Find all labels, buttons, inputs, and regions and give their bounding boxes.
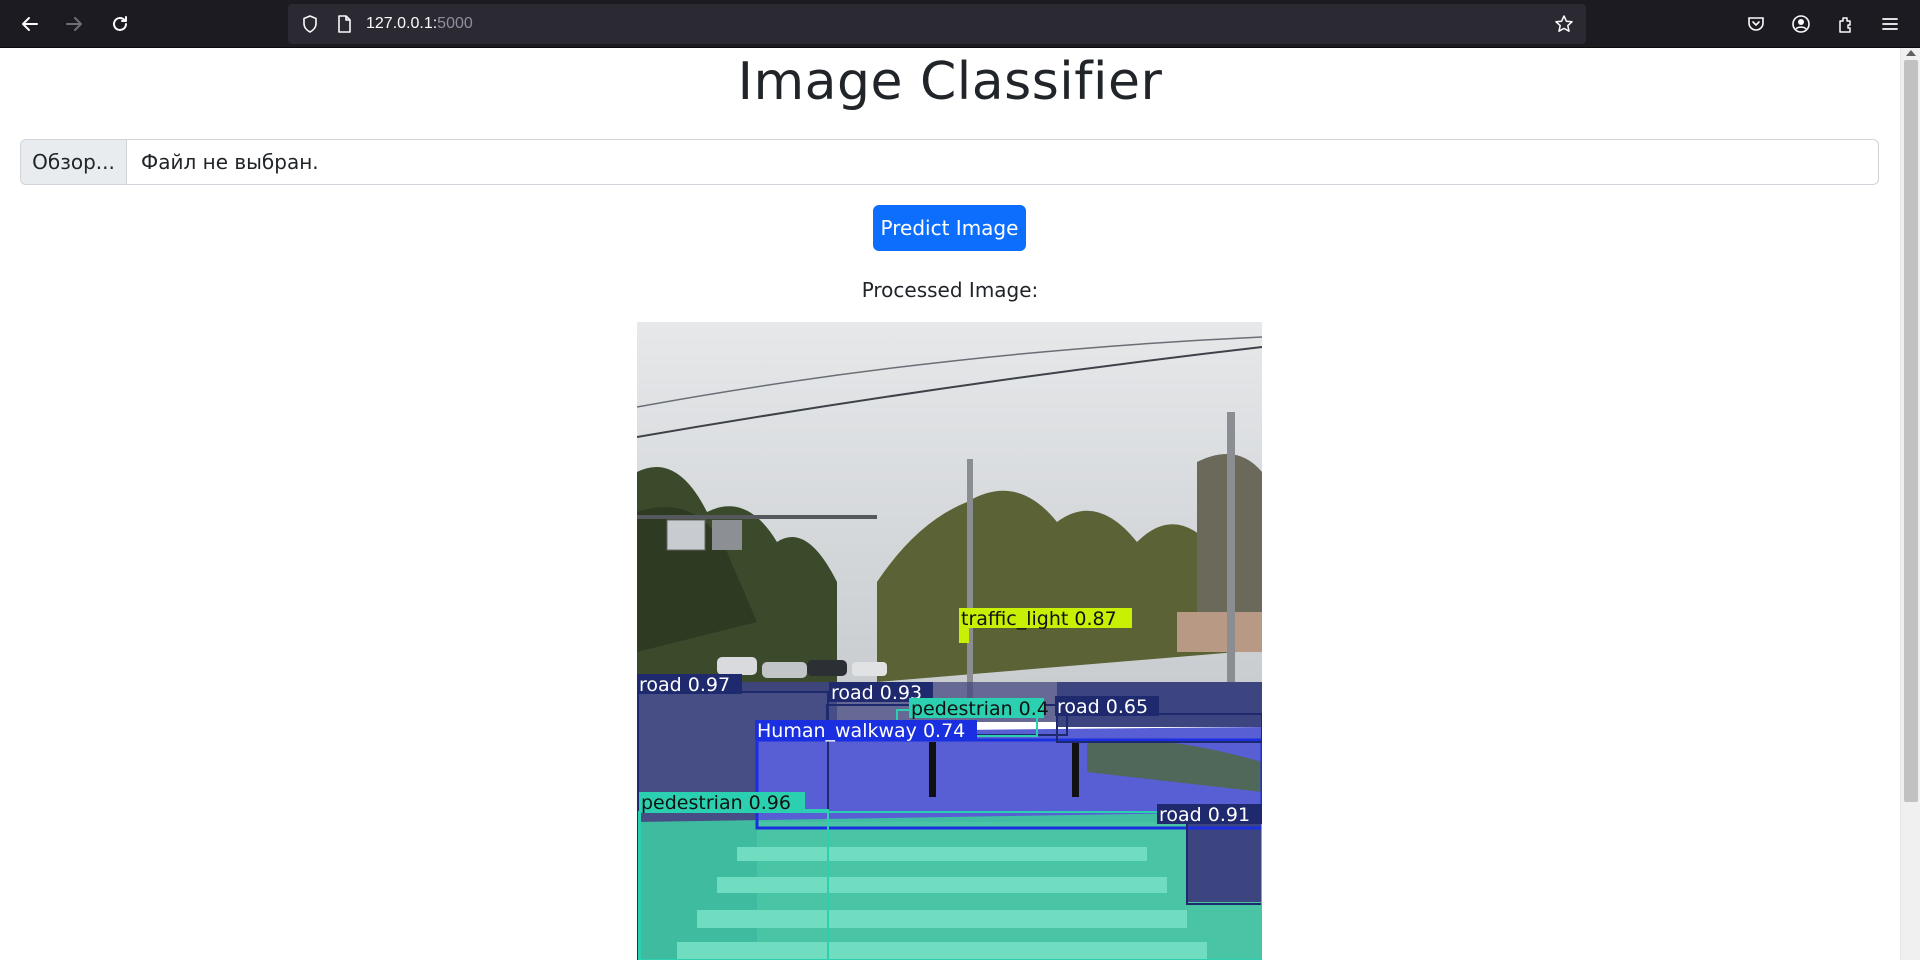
scroll-up-icon[interactable] <box>1906 50 1916 56</box>
pocket-icon[interactable] <box>1740 8 1772 40</box>
label-road-065: road 0.65 <box>1057 696 1148 718</box>
file-input[interactable]: Обзор... Файл не выбран. <box>20 139 1879 185</box>
scrollbar-thumb[interactable] <box>1904 60 1918 802</box>
forward-arrow-icon[interactable] <box>58 8 90 40</box>
processed-image: traffic_light 0.87 road 0.97 road 0.93 p… <box>637 322 1262 960</box>
label-road-091: road 0.91 <box>1159 804 1250 826</box>
processed-image-label: Processed Image: <box>861 278 1039 302</box>
star-icon[interactable] <box>1554 14 1574 34</box>
browser-toolbar: 127.0.0.1:5000 <box>0 0 1920 48</box>
url-bar[interactable]: 127.0.0.1:5000 <box>288 4 1586 44</box>
extensions-icon[interactable] <box>1830 8 1862 40</box>
label-traffic-light: traffic_light 0.87 <box>961 608 1117 630</box>
back-arrow-icon[interactable] <box>14 8 46 40</box>
browse-button[interactable]: Обзор... <box>21 140 127 184</box>
page-content: Image Classifier Обзор... Файл не выбран… <box>0 48 1900 960</box>
account-icon[interactable] <box>1785 8 1817 40</box>
predict-button[interactable]: Predict Image <box>873 205 1026 251</box>
label-road-097: road 0.97 <box>639 674 730 696</box>
page-scrollbar[interactable] <box>1900 48 1920 960</box>
page-icon <box>334 14 354 34</box>
label-human-walkway: Human_walkway 0.74 <box>757 720 965 742</box>
label-pedestrian-096: pedestrian 0.96 <box>641 792 791 814</box>
reload-icon[interactable] <box>104 8 136 40</box>
processed-image-canvas: traffic_light 0.87 road 0.97 road 0.93 p… <box>637 322 1262 960</box>
label-pedestrian-04: pedestrian 0.4 <box>911 698 1049 720</box>
label-road-093: road 0.93 <box>831 682 922 704</box>
file-status-text: Файл не выбран. <box>141 150 319 174</box>
page-title: Image Classifier <box>737 52 1163 112</box>
shield-icon[interactable] <box>300 14 320 34</box>
menu-icon[interactable] <box>1874 8 1906 40</box>
url-text[interactable]: 127.0.0.1:5000 <box>366 15 473 33</box>
